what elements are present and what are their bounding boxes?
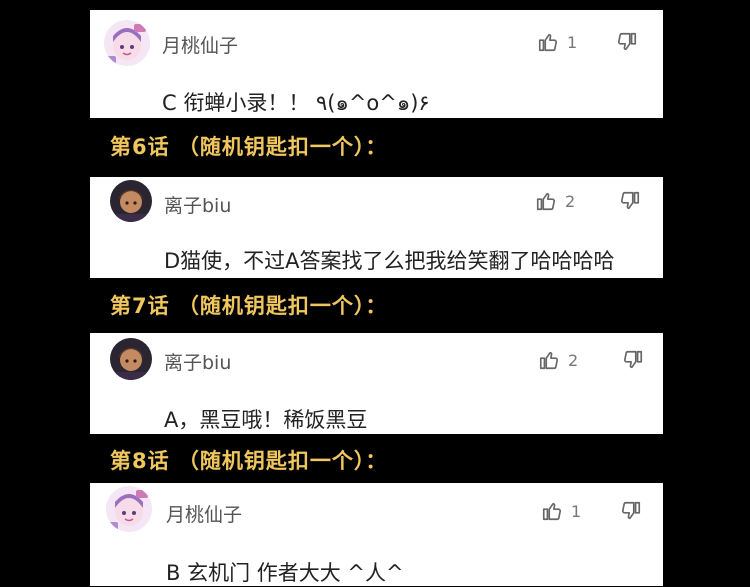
- username[interactable]: 离子biu: [164, 191, 231, 218]
- comment-text: D猫使，不过A答案找了么把我给笑翻了哈哈哈哈: [164, 249, 615, 273]
- thumbs-up-icon: [536, 192, 555, 211]
- dark-portrait-avatar-icon: [110, 180, 152, 222]
- comment-card: 月桃仙子 1 B 玄机门 作者大大 ^人^: [90, 483, 663, 586]
- like-button[interactable]: 1: [537, 31, 577, 53]
- avatar[interactable]: [110, 180, 152, 222]
- episode-header: 第7话 （随机钥匙扣一个）：: [110, 294, 388, 318]
- anime-girl-avatar-icon: [106, 486, 152, 532]
- episode-header: 第6话 （随机钥匙扣一个）：: [110, 135, 388, 159]
- dislike-button[interactable]: [616, 31, 638, 53]
- thumbs-up-icon: [539, 351, 558, 370]
- thumbs-up-icon: [538, 33, 557, 52]
- thumbs-down-icon: [621, 191, 640, 210]
- dislike-button[interactable]: [620, 500, 642, 522]
- episode-header: 第8话 （随机钥匙扣一个）：: [110, 449, 388, 473]
- username[interactable]: 离子biu: [164, 348, 231, 375]
- like-count: 1: [567, 32, 578, 52]
- avatar[interactable]: [104, 20, 150, 66]
- thumbs-down-icon: [618, 32, 637, 51]
- comment-card: 离子biu 2 D猫使，不过A答案找了么把我给笑翻了哈哈哈哈: [90, 177, 663, 278]
- comment-text: B 玄机门 作者大大 ^人^: [166, 561, 404, 585]
- dislike-button[interactable]: [622, 349, 644, 371]
- like-count: 2: [568, 350, 579, 370]
- avatar[interactable]: [110, 338, 152, 380]
- dark-portrait-avatar-icon: [110, 338, 152, 380]
- username[interactable]: 月桃仙子: [162, 31, 238, 58]
- like-button[interactable]: 2: [535, 190, 575, 212]
- thumbs-down-icon: [622, 501, 641, 520]
- avatar[interactable]: [106, 486, 152, 532]
- like-button[interactable]: 2: [538, 349, 578, 371]
- like-count: 1: [571, 501, 582, 521]
- comment-card: 月桃仙子 1 C 衔蝉小录！！ ٩(๑^o^๑)۶: [90, 10, 663, 118]
- anime-girl-avatar-icon: [104, 20, 150, 66]
- comment-text: A，黑豆哦！稀饭黑豆: [164, 408, 368, 432]
- dislike-button[interactable]: [619, 190, 641, 212]
- thumbs-up-icon: [542, 502, 561, 521]
- like-count: 2: [565, 191, 576, 211]
- username[interactable]: 月桃仙子: [166, 500, 242, 527]
- thumbs-down-icon: [624, 350, 643, 369]
- like-button[interactable]: 1: [541, 500, 581, 522]
- comment-card: 离子biu 2 A，黑豆哦！稀饭黑豆: [90, 333, 663, 434]
- comment-text: C 衔蝉小录！！ ٩(๑^o^๑)۶: [162, 91, 430, 115]
